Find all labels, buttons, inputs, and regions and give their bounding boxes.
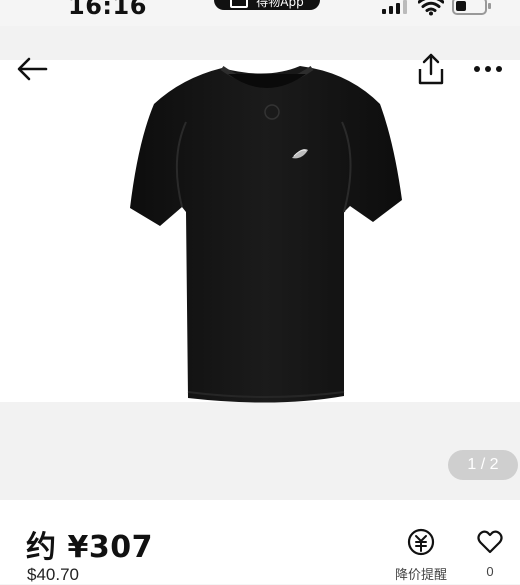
status-time: 16:16 [68,0,147,20]
price-usd: $40.70 [27,565,79,584]
battery-icon [452,0,491,15]
more-options-icon[interactable] [472,62,504,76]
favorite-button[interactable]: 0 [474,530,506,584]
price-alert-icon [407,528,435,556]
heart-icon [477,530,503,554]
product-info-panel: 约 ¥307 $40.70 降价提醒 0 [0,500,520,584]
back-arrow-icon[interactable] [16,56,50,82]
price-main: 约 ¥307 [26,530,153,565]
favorite-count: 0 [486,564,494,579]
share-icon[interactable] [416,52,446,86]
price-alert-button[interactable]: 降价提醒 [384,528,458,584]
dynamic-island-pill: 得物App [214,0,320,10]
image-page-indicator: 1 / 2 [448,450,518,480]
product-image-gallery[interactable]: 1 / 2 [0,26,520,500]
wifi-icon [418,0,444,16]
app-pill-label: 得物App [256,0,304,9]
app-pill-icon [230,0,249,8]
cellular-signal-icon [382,0,407,14]
status-bar: 16:16 得物App [0,0,520,26]
price-alert-label: 降价提醒 [394,568,447,583]
product-image-tshirt [130,65,402,403]
